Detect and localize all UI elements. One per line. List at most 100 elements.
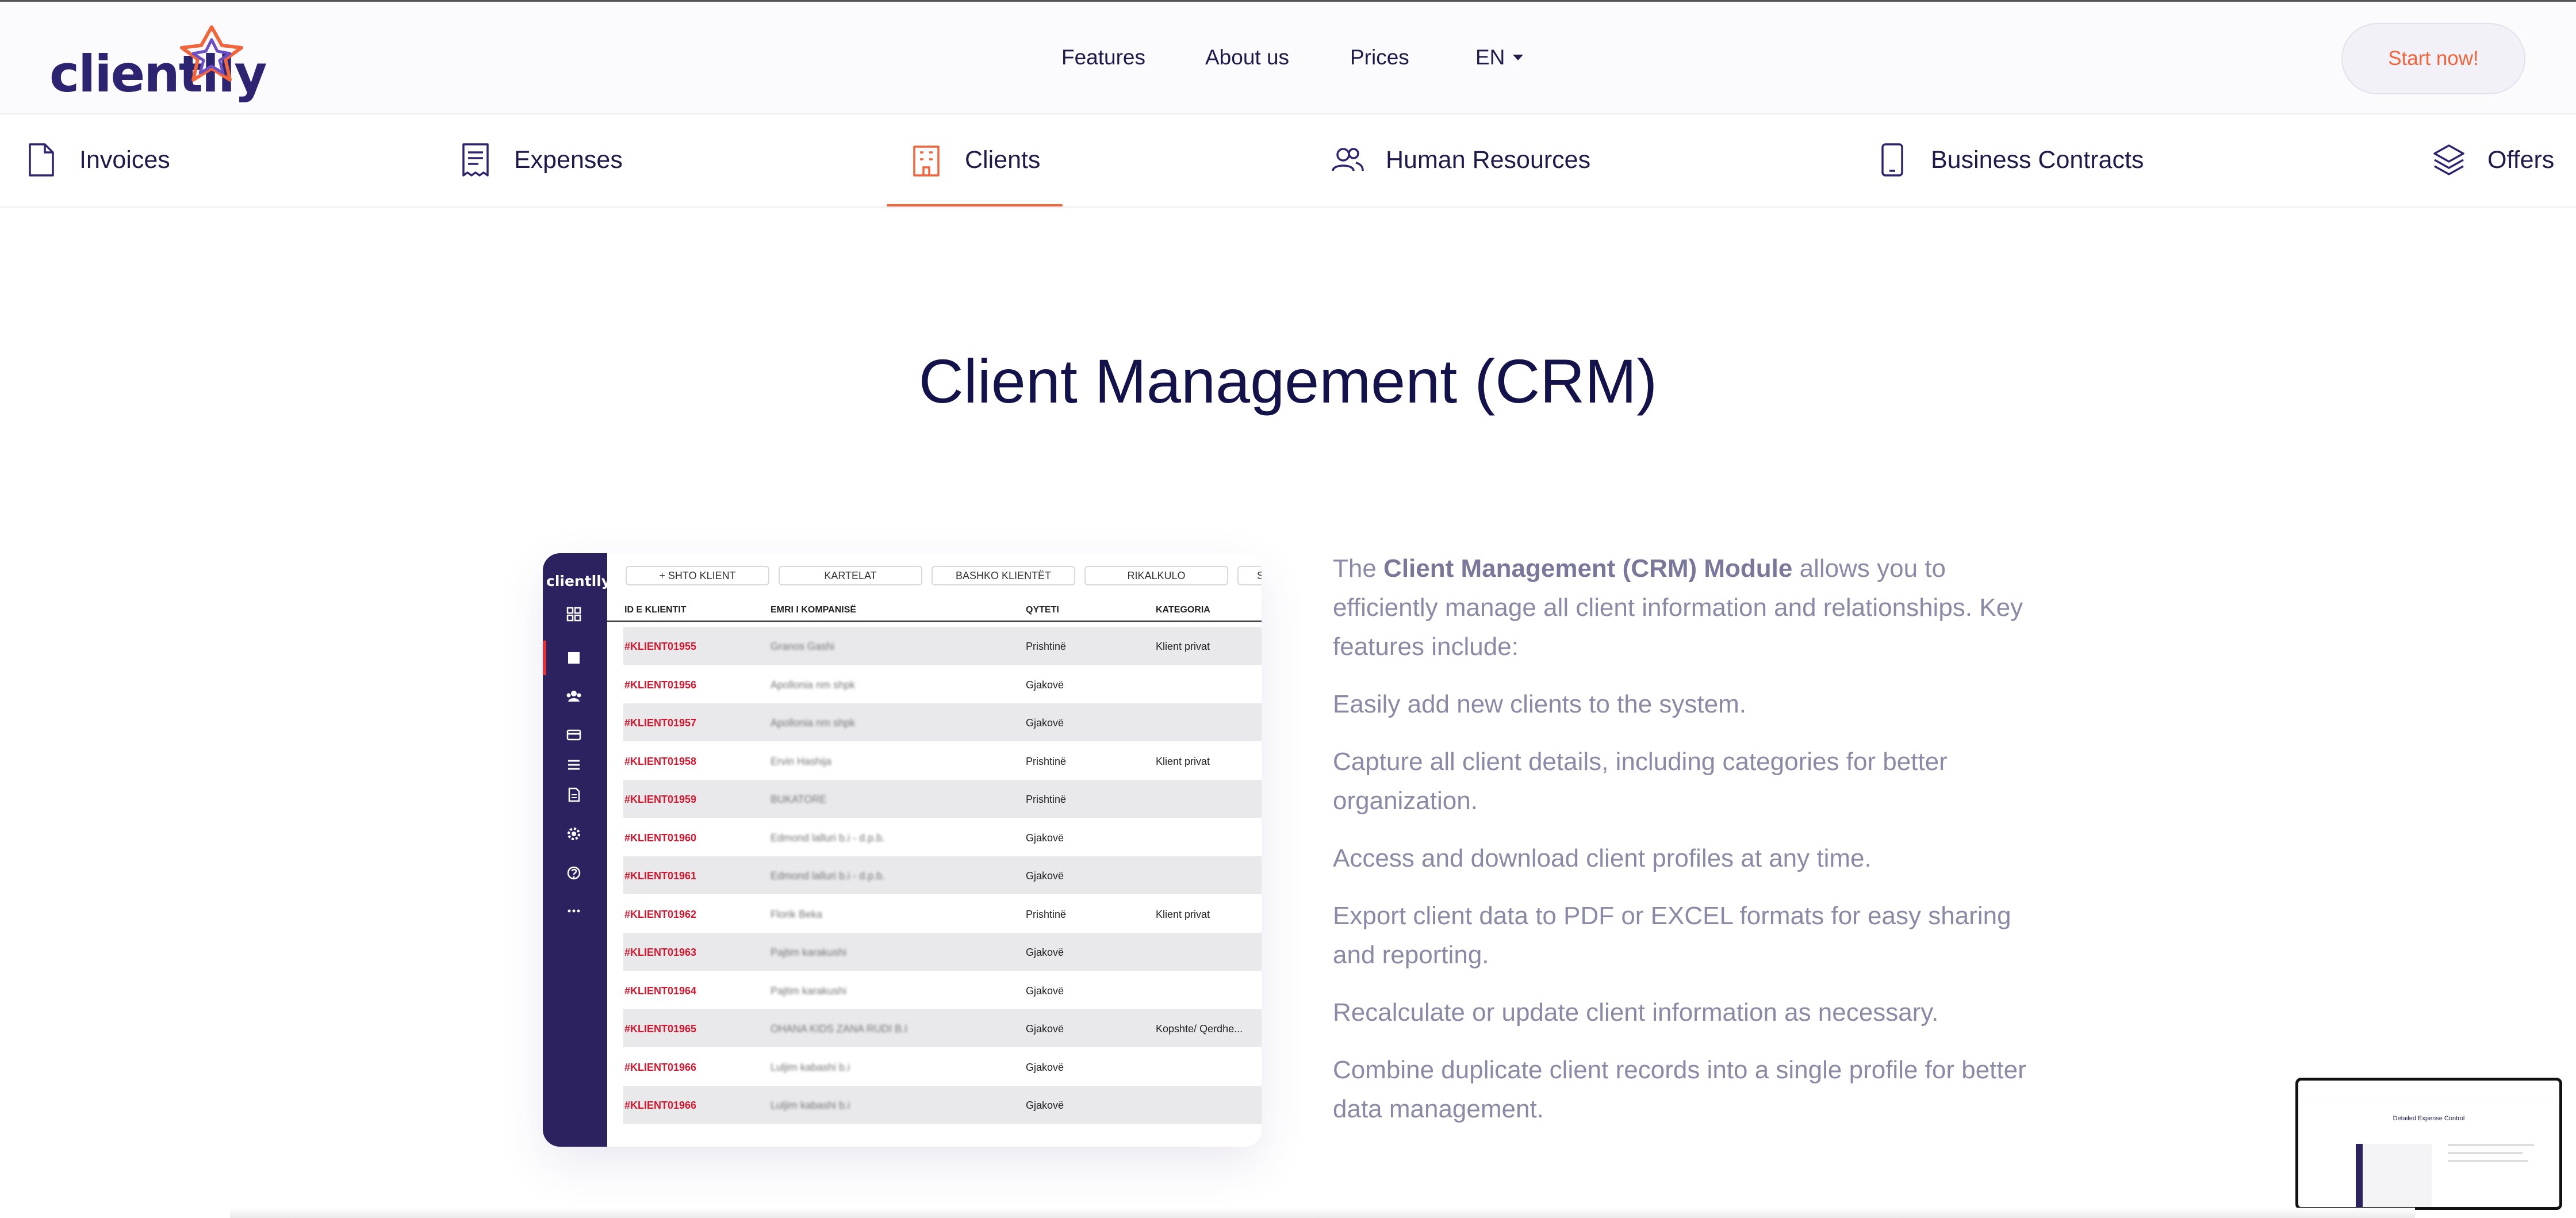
cell-name: Edmond lalluri b.i - d.p.b. [770,832,885,844]
mock-recalculate-button: RIKALKULO [1084,566,1228,585]
cell-id: #KLIENT01958 [624,755,697,767]
document-icon [29,143,54,177]
cell-id: #KLIENT01960 [624,832,697,844]
col-company: EMRI I KOMPANISË [770,605,857,615]
tab-human-resources-label: Human Resources [1386,145,1591,174]
cell-city: Gjakovë [1026,717,1064,729]
cell-name: Edmond lalluri b.i - d.p.b. [770,870,885,882]
tab-expenses[interactable]: Expenses [459,139,623,181]
tab-clients[interactable]: Clients [910,139,1040,181]
nav-about-us[interactable]: About us [1205,45,1289,70]
tab-expenses-label: Expenses [514,145,623,174]
thumb-nav [2298,1081,2559,1101]
language-select[interactable]: EN [1475,45,1524,70]
cell-city: Prishtinë [1026,908,1067,920]
cell-city: Prishtinë [1026,755,1067,767]
language-value: EN [1475,45,1505,69]
building-icon [565,648,583,666]
cell-id: #KLIENT01964 [624,985,697,997]
nav-features[interactable]: Features [1061,45,1145,70]
cell-name: Luljim kabashi b.i [770,1061,850,1073]
table-row: #KLIENT01966 Luljim kabashi b.i Gjakovë [623,1048,1262,1086]
tab-offers-label: Offers [2487,145,2555,174]
feature-item: Combine duplicate client records into a … [1333,1056,2026,1123]
intro-bold: Client Management (CRM) Module [1383,554,1793,583]
cell-id: #KLIENT01961 [624,870,697,882]
page-title: Client Management (CRM) [918,346,1658,416]
tab-offers[interactable]: Offers [2432,139,2554,181]
feature-item: Capture all client details, including ca… [1333,748,1948,815]
tab-clients-label: Clients [965,145,1041,174]
cell-category: Kopshte/ Qerdhe... [1156,1023,1243,1035]
cell-city: Gjakovë [1026,1100,1064,1111]
mock-logo: clientlly [546,573,611,589]
mock-sidebar-active-marker [543,641,546,675]
cell-name: Apollonia nm shpk [770,717,856,729]
tab-business-contracts-label: Business Contracts [1931,145,2144,174]
receipt-icon [462,143,489,177]
cell-city: Prishtinë [1026,641,1067,652]
mock-merge-clients-button: BASHKO KLIENTËT [931,566,1075,585]
intro-paragraph: The Client Management (CRM) Module allow… [1333,549,2034,667]
cell-name: Pajtim karakushi [770,947,847,958]
site-header: clientlly Features About us Prices EN St… [0,2,2576,114]
thumb-table [2363,1144,2432,1207]
table-row: #KLIENT01960 Edmond lalluri b.i - d.p.b. G… [623,818,1262,856]
file-icon [565,786,583,804]
cell-id: #KLIENT01959 [624,794,697,805]
table-row: #KLIENT01966 Luljim kabashi b.i Gjakovë [623,1086,1262,1124]
cell-name: Apollonia nm shpk [770,679,856,691]
brand-logo[interactable]: clientlly [49,22,267,104]
cell-name: Ervin Hashija [770,755,832,767]
help-icon [565,864,583,882]
cell-name: Granos Gashi [770,641,835,652]
table-row: #KLIENT01956 Apollonia nm shpk Gjakovë [623,665,1262,703]
module-tabs: Invoices Expenses Clients Human Resource… [0,114,2576,208]
page-preview-thumbnail[interactable]: Detailed Expense Control [2295,1078,2562,1210]
cell-name: BUKATORE [770,794,827,805]
nav-prices[interactable]: Prices [1350,45,1409,70]
feature-item: Easily add new clients to the system. [1333,690,1746,718]
table-row: #KLIENT01957 Apollonia nm shpk Gjakovë [623,703,1262,741]
cell-category: Klient privat [1156,908,1210,920]
thumb-text-line [2448,1152,2523,1154]
cell-id: #KLIENT01962 [624,908,697,920]
next-section-edge [230,1208,2415,1218]
mock-cards-button: KARTELAT [779,566,922,585]
cell-city: Gjakovë [1026,832,1064,844]
building-icon [913,145,940,177]
cell-category: Klient privat [1156,641,1210,652]
cell-category: Klient privat [1156,755,1210,767]
mock-add-client-button: + SHTO KLIENT [626,566,769,585]
feature-item: Access and download client profiles at a… [1333,844,1872,872]
cell-id: #KLIENT01966 [624,1100,697,1111]
tab-business-contracts[interactable]: Business Contracts [1876,139,2144,181]
cell-id: #KLIENT01963 [624,947,697,958]
gear-icon [565,825,583,843]
tab-invoices[interactable]: Invoices [24,139,170,181]
cell-city: Gjakovë [1026,679,1064,691]
intro-prefix: The [1333,554,1384,583]
cell-city: Prishtinë [1026,794,1067,805]
table-row: #KLIENT01955 Granos Gashi Prishtinë Klient … [623,627,1262,665]
cell-id: #KLIENT01955 [624,641,697,652]
users-icon [1332,148,1364,171]
more-icon [565,902,583,920]
cell-id: #KLIENT01965 [624,1023,697,1035]
dashboard-icon [565,605,583,623]
cell-city: Gjakovë [1026,870,1064,882]
mock-download-button: S [1237,566,1262,585]
layers-icon [2433,144,2464,175]
cell-city: Gjakovë [1026,1061,1064,1073]
thumb-text-line [2448,1160,2528,1162]
users-icon [565,687,583,705]
chevron-down-icon [1513,55,1524,60]
col-id: ID E KLIENTIT [624,605,687,615]
thumb-text-line [2448,1144,2534,1146]
tab-human-resources[interactable]: Human Resources [1331,139,1590,181]
cell-name: Pajtim karakushi [770,985,847,997]
start-now-button[interactable]: Start now! [2341,23,2525,94]
table-row: #KLIENT01964 Pajtim karakushi Gjakovë [623,971,1262,1009]
thumb-title: Detailed Expense Control [2393,1115,2465,1122]
table-row: #KLIENT01961 Edmond lalluri b.i - d.p.b. G… [623,856,1262,894]
